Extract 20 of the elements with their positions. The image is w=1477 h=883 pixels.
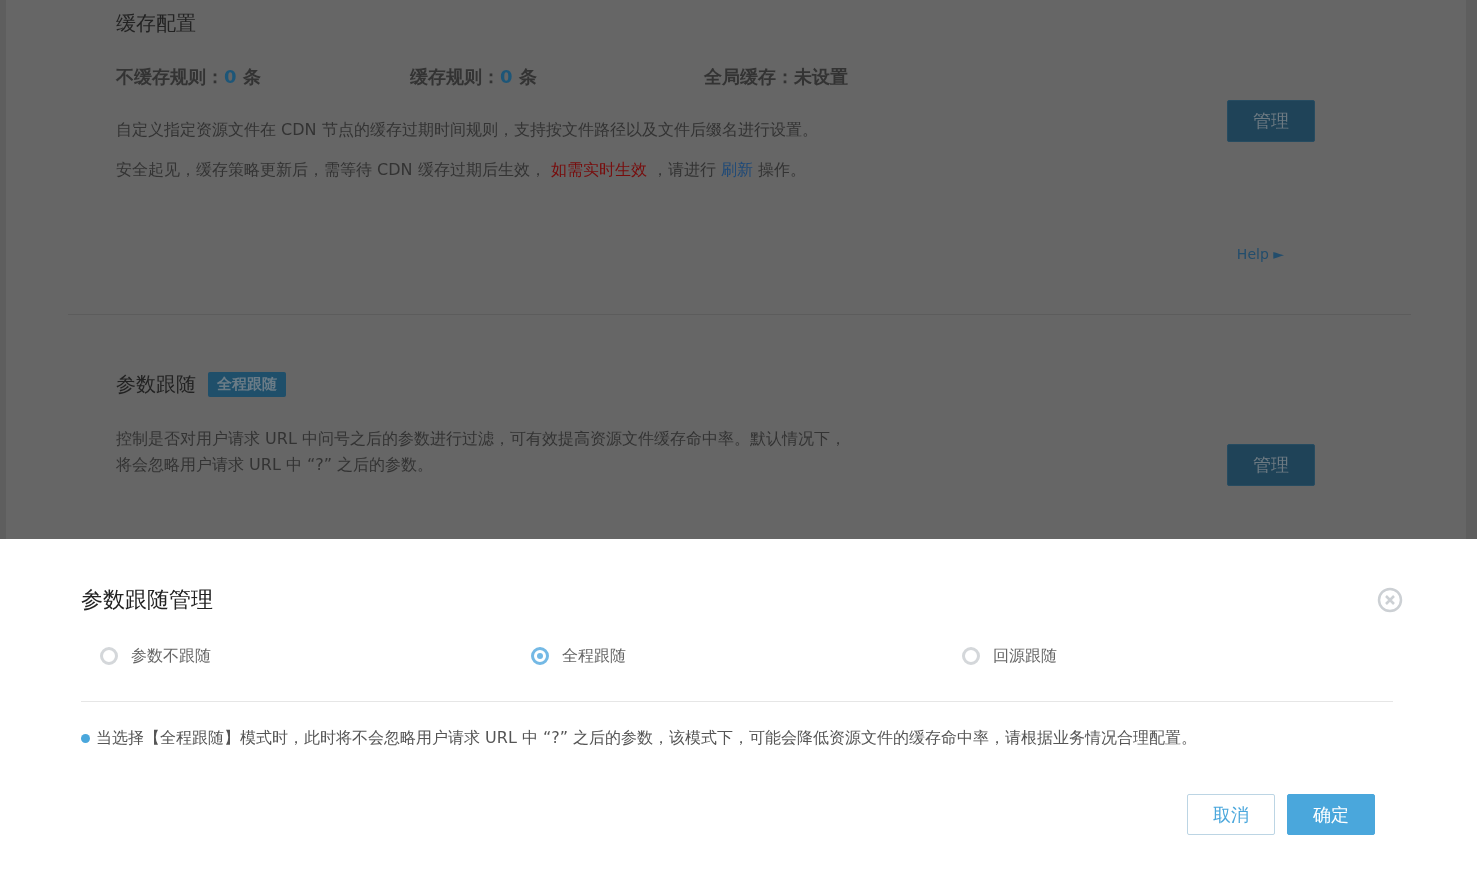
- radio-icon[interactable]: [962, 647, 980, 665]
- confirm-button[interactable]: 确定: [1287, 794, 1375, 835]
- hint-text: 当选择【全程跟随】模式时，此时将不会忽略用户请求 URL 中 “?” 之后的参数，该模式下，可能会降低资源文件的缓存命中率，请根据业务情况合理配置。: [96, 728, 1198, 749]
- section-title: 参数跟随: [116, 371, 196, 398]
- radio-option[interactable]: 全程跟随: [531, 641, 962, 671]
- radio-option[interactable]: 回源跟随: [962, 641, 1393, 671]
- status-badge: 全程跟随: [208, 372, 286, 397]
- radio-icon[interactable]: [100, 647, 118, 665]
- radio-icon[interactable]: [531, 647, 549, 665]
- refresh-link[interactable]: 刷新: [720, 160, 753, 179]
- radio-option[interactable]: 参数不跟随: [100, 641, 531, 671]
- dialog-title: 参数跟随管理: [81, 586, 213, 614]
- cancel-button[interactable]: 取消: [1187, 794, 1275, 835]
- realtime-link[interactable]: 如需实时生效: [550, 160, 647, 179]
- section-title: 缓存配置: [116, 10, 196, 37]
- bullet-icon: [81, 734, 90, 743]
- manage-button[interactable]: 管理: [1227, 100, 1315, 142]
- help-link[interactable]: Help ►: [1236, 246, 1284, 262]
- close-icon[interactable]: [1377, 587, 1403, 613]
- manage-button[interactable]: 管理: [1227, 444, 1315, 486]
